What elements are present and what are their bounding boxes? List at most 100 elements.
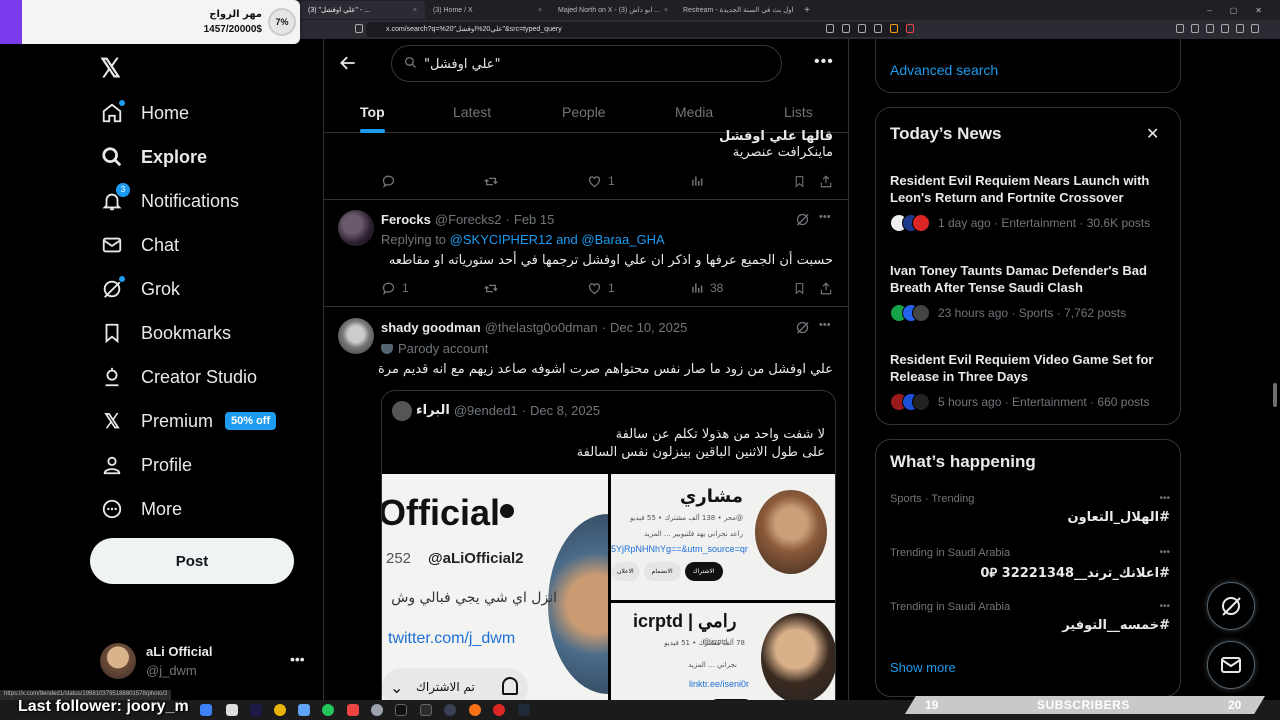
nav-home[interactable]: Home: [100, 98, 189, 128]
nav-creator-studio[interactable]: Creator Studio: [100, 362, 257, 392]
views-icon[interactable]: [690, 172, 704, 190]
zoom-icon[interactable]: [826, 24, 834, 33]
maximize-icon[interactable]: ▢: [1230, 6, 1238, 15]
more-options-icon[interactable]: •••: [1159, 547, 1170, 558]
browser-tab[interactable]: Majed North on X - (3) ابو داش ... ×: [550, 1, 675, 19]
close-icon[interactable]: ×: [664, 7, 668, 14]
close-window-icon[interactable]: ✕: [1255, 6, 1262, 15]
nav-grok[interactable]: Grok: [100, 274, 180, 304]
alert-icon[interactable]: [906, 24, 914, 33]
tab-media[interactable]: Media: [675, 91, 713, 133]
grok-icon[interactable]: [795, 320, 810, 340]
news-item[interactable]: Resident Evil Requiem Nears Launch with …: [890, 172, 1170, 232]
tweet-date[interactable]: Feb 15: [514, 212, 554, 227]
more-options-icon[interactable]: •••: [819, 211, 831, 223]
news-item[interactable]: Resident Evil Requiem Video Game Set for…: [890, 351, 1170, 411]
app-icon[interactable]: [420, 704, 432, 716]
app-icon[interactable]: [200, 704, 212, 716]
window-controls[interactable]: – ▢ ✕: [1207, 6, 1280, 15]
brave-icon[interactable]: [347, 704, 359, 716]
tab-people[interactable]: People: [562, 91, 606, 133]
bookmark-star-icon[interactable]: [355, 24, 363, 33]
scrollbar-thumb[interactable]: [1273, 383, 1277, 407]
advanced-search-link[interactable]: Advanced search: [890, 62, 998, 78]
news-item[interactable]: Ivan Toney Taunts Damac Defender's Bad B…: [890, 262, 1170, 322]
new-tab-icon[interactable]: +: [800, 5, 814, 16]
nav-more[interactable]: More: [100, 494, 182, 524]
more-options-icon[interactable]: •••: [1159, 493, 1170, 504]
more-options-icon[interactable]: •••: [814, 53, 834, 71]
close-icon[interactable]: ✕: [1146, 124, 1159, 144]
repost-icon[interactable]: [483, 279, 499, 297]
minimize-icon[interactable]: –: [1207, 6, 1211, 15]
reader-icon[interactable]: [874, 24, 882, 33]
chrome-icon[interactable]: [274, 704, 286, 716]
more-options-icon[interactable]: •••: [290, 651, 305, 667]
reply-button[interactable]: 1: [381, 279, 409, 297]
repost-icon[interactable]: [483, 172, 499, 190]
back-arrow-icon[interactable]: [338, 53, 358, 78]
browser-tab[interactable]: (3) Home / X ×: [425, 1, 550, 19]
author-name[interactable]: shady goodman: [381, 320, 481, 335]
nav-profile[interactable]: Profile: [100, 450, 192, 480]
tab-latest[interactable]: Latest: [453, 91, 491, 133]
library-icon[interactable]: [1191, 24, 1199, 33]
account-icon[interactable]: [1236, 24, 1244, 33]
sidebar-icon[interactable]: [1206, 24, 1214, 33]
close-icon[interactable]: ×: [538, 7, 542, 14]
show-more-link[interactable]: Show more: [890, 660, 956, 675]
bookmark-icon[interactable]: [793, 279, 806, 297]
nav-explore[interactable]: Explore: [100, 142, 207, 172]
messages-fab[interactable]: [1207, 641, 1255, 689]
author-handle[interactable]: @thelastg0o0dman: [485, 320, 598, 335]
tab-lists[interactable]: Lists: [784, 91, 813, 133]
whatsapp-icon[interactable]: [322, 704, 334, 716]
nav-chat[interactable]: Chat: [100, 230, 179, 260]
like-button[interactable]: 1: [587, 172, 615, 190]
app-icon[interactable]: [493, 704, 505, 716]
x-logo[interactable]: 𝕏: [100, 53, 121, 84]
reply-target-links[interactable]: @SKYCIPHER12 and @Baraa_GHA: [450, 232, 665, 247]
account-switcher[interactable]: aLi Official @j_dwm •••: [100, 643, 310, 683]
quote-image[interactable]: Official 252 @aLiOfficial2 انزل اي شي يج…: [382, 474, 608, 720]
app-icon[interactable]: [469, 704, 481, 716]
more-options-icon[interactable]: •••: [1159, 601, 1170, 612]
shield-icon[interactable]: [890, 24, 898, 33]
translate-icon[interactable]: [842, 24, 850, 33]
app-icon[interactable]: [444, 704, 456, 716]
browser-tab[interactable]: (3) "علي اوفشل" - ... ×: [300, 1, 425, 19]
share-icon[interactable]: [819, 279, 833, 297]
avatar[interactable]: [338, 210, 374, 246]
app-icon[interactable]: [298, 704, 310, 716]
share-icon[interactable]: [858, 24, 866, 33]
author-name[interactable]: Ferocks: [381, 212, 431, 227]
app-icon[interactable]: [226, 704, 238, 716]
nav-notifications[interactable]: 3 Notifications: [100, 183, 239, 216]
terminal-icon[interactable]: [395, 704, 407, 716]
grok-fab[interactable]: [1207, 582, 1255, 630]
steam-icon[interactable]: [518, 704, 530, 716]
browser-tab[interactable]: Restream - اول بث في السنة الجديدة: [675, 1, 800, 19]
more-options-icon[interactable]: •••: [819, 319, 831, 331]
grok-icon[interactable]: [795, 212, 810, 232]
tweet-date[interactable]: Dec 10, 2025: [610, 320, 687, 335]
views-button[interactable]: 38: [690, 279, 723, 297]
app-icon[interactable]: [250, 704, 262, 716]
trend-item[interactable]: Sports · Trending ••• #الهلال_التعاون: [890, 493, 1170, 533]
menu-icon[interactable]: [1251, 24, 1259, 33]
trend-item[interactable]: Trending in Saudi Arabia ••• #خمسه__التو…: [890, 601, 1170, 641]
nav-bookmarks[interactable]: Bookmarks: [100, 318, 231, 348]
post-button[interactable]: Post: [90, 538, 294, 584]
author-handle[interactable]: @Forecks2: [435, 212, 502, 227]
bookmark-icon[interactable]: [793, 172, 806, 190]
search-box[interactable]: [391, 45, 782, 82]
reply-icon[interactable]: [381, 172, 396, 190]
quoted-tweet[interactable]: البراء @9ended1 · Dec 8, 2025 لا شفت واح…: [381, 390, 836, 720]
quote-image[interactable]: مشاري @محر • 138 ألف مشترك • 55 فيديو را…: [611, 474, 835, 600]
trend-item[interactable]: Trending in Saudi Arabia ••• #اعلانك_ترن…: [890, 547, 1170, 587]
tab-top[interactable]: Top: [360, 91, 385, 133]
avatar[interactable]: [338, 318, 374, 354]
close-icon[interactable]: ×: [413, 7, 417, 14]
search-input[interactable]: [424, 52, 764, 76]
extension-icon[interactable]: [1221, 24, 1229, 33]
